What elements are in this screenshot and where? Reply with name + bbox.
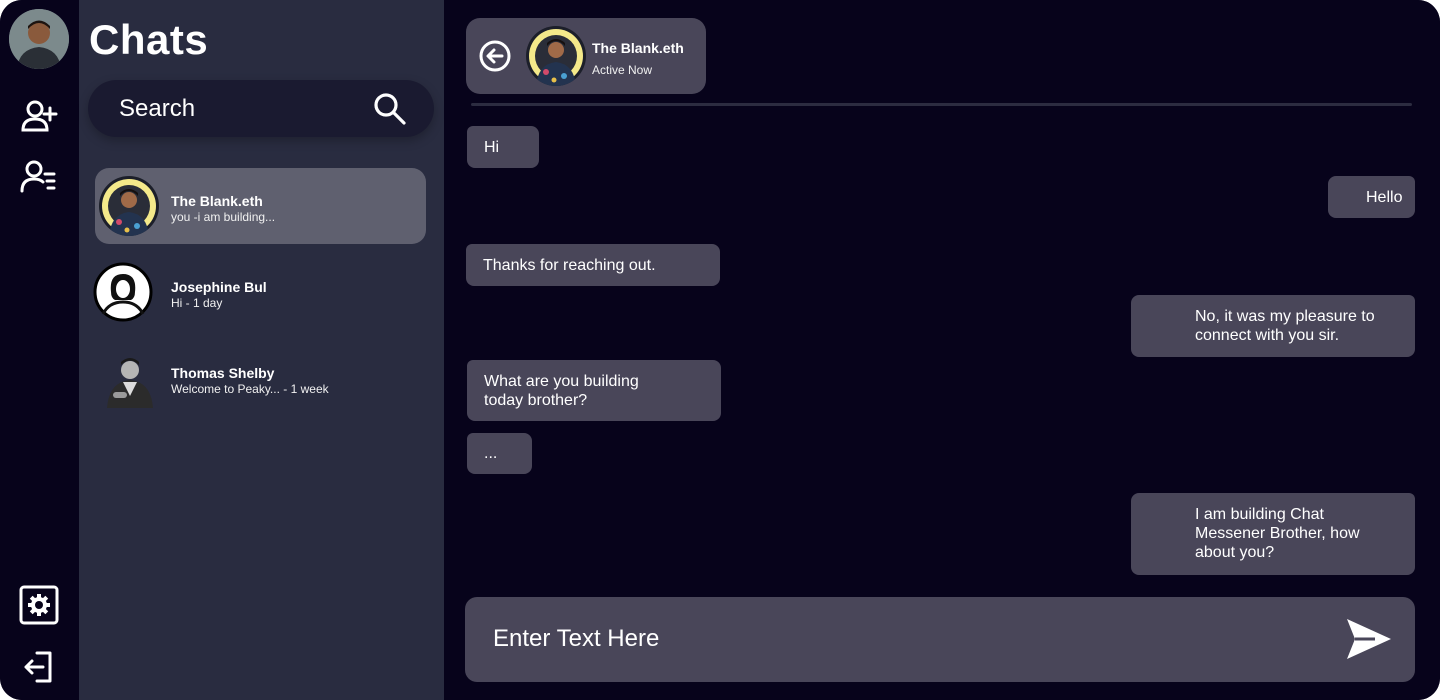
message-received: What are you building today brother?	[467, 360, 721, 421]
contact-preview: you -i am building...	[171, 210, 276, 224]
back-arrow-icon[interactable]	[479, 40, 511, 72]
contact-avatar	[93, 262, 153, 322]
add-user-button[interactable]	[19, 96, 59, 136]
header-divider	[471, 103, 1412, 106]
send-icon[interactable]	[1345, 615, 1393, 663]
settings-button[interactable]	[19, 585, 59, 625]
search-input[interactable]: Search	[119, 95, 195, 123]
chat-avatar	[526, 26, 586, 86]
contact-name: Thomas Shelby	[171, 365, 275, 381]
chat-header: The Blank.eth Active Now	[466, 18, 706, 94]
message-received: Hi	[467, 126, 539, 168]
search-bar[interactable]: Search	[88, 80, 434, 137]
user-list-icon	[20, 160, 56, 193]
chats-title: Chats	[89, 16, 209, 63]
contact-avatar	[99, 348, 159, 408]
message-received: Thanks for reaching out.	[466, 244, 720, 286]
message-sent: No, it was my pleasure to connect with y…	[1131, 295, 1415, 357]
contact-preview: Welcome to Peaky... - 1 week	[171, 382, 329, 396]
profile-avatar[interactable]	[9, 9, 69, 69]
add-user-icon	[21, 100, 58, 132]
chat-area: The Blank.eth Active Now Hi Hello Thanks…	[444, 0, 1440, 700]
message-input[interactable]	[493, 617, 1313, 661]
contact-item-the-blank-eth[interactable]: The Blank.eth you -i am building...	[95, 168, 426, 244]
contact-name: The Blank.eth	[171, 193, 263, 209]
settings-icon	[19, 585, 59, 625]
contacts-list-button[interactable]	[19, 156, 59, 196]
message-received: ...	[467, 433, 532, 474]
chat-app: Chats Search The Blank.eth you -i am bui…	[0, 0, 1440, 700]
message-sent: Hello	[1328, 176, 1415, 218]
contact-name: Josephine Bul	[171, 279, 267, 295]
logout-icon	[24, 651, 52, 683]
contact-avatar	[99, 176, 159, 236]
contact-item-josephine-bul[interactable]: Josephine Bul Hi - 1 day	[93, 254, 426, 330]
contact-preview: Hi - 1 day	[171, 296, 223, 310]
logout-button[interactable]	[19, 647, 59, 687]
message-composer	[465, 597, 1415, 682]
chats-panel: Chats Search The Blank.eth you -i am bui…	[79, 0, 444, 700]
chat-contact-name: The Blank.eth	[592, 40, 684, 56]
search-icon[interactable]	[373, 92, 407, 126]
message-sent: I am building Chat Messener Brother, how…	[1131, 493, 1415, 575]
contact-item-thomas-shelby[interactable]: Thomas Shelby Welcome to Peaky... - 1 we…	[95, 340, 426, 416]
icon-rail	[0, 0, 79, 700]
chat-contact-status: Active Now	[592, 63, 653, 77]
